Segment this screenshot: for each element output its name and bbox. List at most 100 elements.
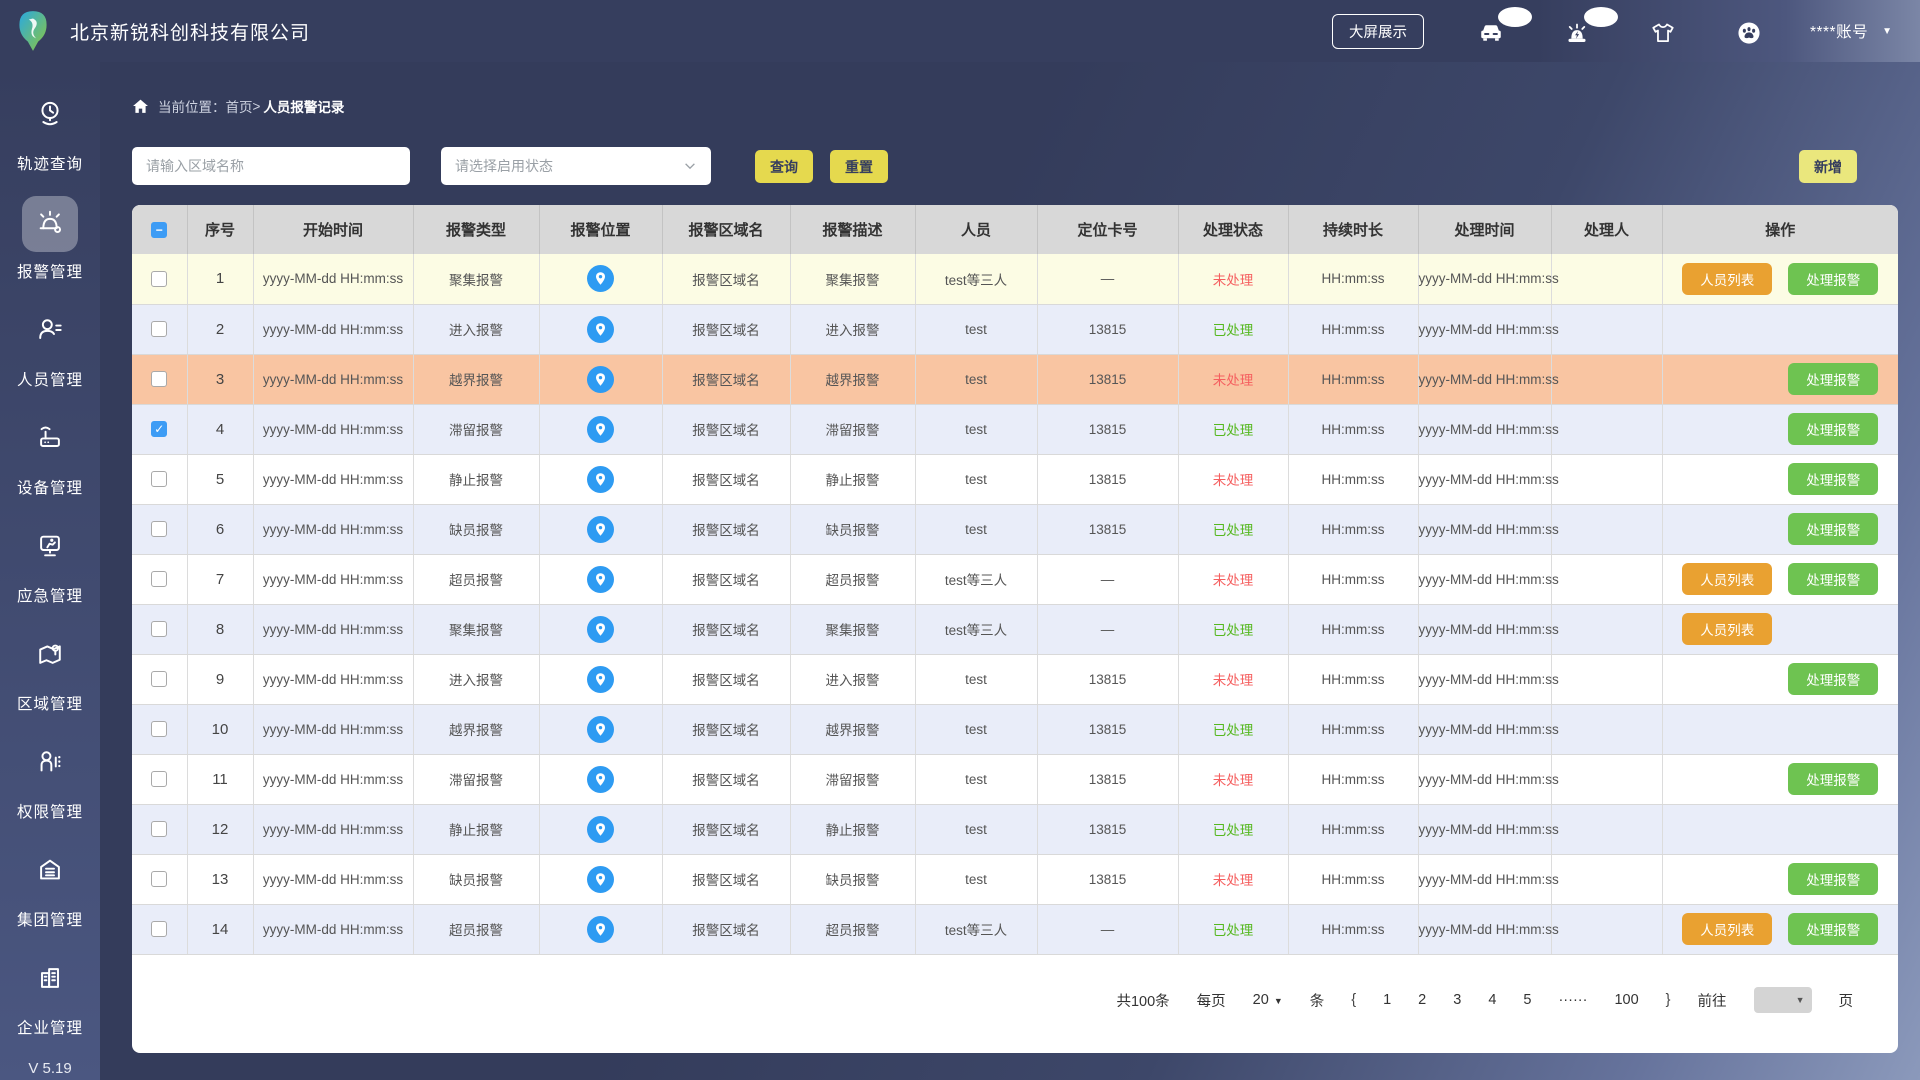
- person: test: [965, 521, 987, 537]
- big-screen-button[interactable]: 大屏展示: [1331, 13, 1424, 49]
- row-checkbox[interactable]: [151, 921, 168, 937]
- handle-alarm-button[interactable]: 处理报警: [1788, 863, 1879, 895]
- start-time: yyyy-MM-dd HH:mm:ss: [262, 621, 404, 637]
- area-icon: [34, 638, 66, 675]
- sidebar-item-人员管理[interactable]: 人员管理: [0, 304, 100, 390]
- alarm-description: 越界报警: [825, 373, 880, 388]
- row-checkbox[interactable]: [151, 671, 168, 687]
- row-checkbox[interactable]: ✓: [151, 421, 168, 437]
- alarm-location-icon[interactable]: [587, 865, 614, 893]
- enable-status-select[interactable]: 请选择启用状态: [441, 147, 711, 185]
- duration: HH:mm:ss: [1321, 821, 1385, 837]
- row-checkbox[interactable]: [151, 821, 168, 837]
- paw-icon[interactable]: [1734, 16, 1768, 46]
- sidebar-item-label: 应急管理: [16, 588, 83, 605]
- person-list-button[interactable]: 人员列表: [1682, 563, 1773, 595]
- handle-alarm-button[interactable]: 处理报警: [1788, 413, 1879, 445]
- alarm-location-icon[interactable]: [587, 265, 614, 293]
- siren-icon: [34, 206, 66, 243]
- page-number[interactable]: 1: [1383, 992, 1391, 1008]
- row-checkbox[interactable]: [151, 571, 168, 587]
- sidebar-item-label: 轨迹查询: [16, 156, 83, 173]
- goto-page-select[interactable]: ▼: [1753, 987, 1812, 1013]
- sidebar-item-label: 企业管理: [16, 1020, 83, 1037]
- duration: HH:mm:ss: [1321, 721, 1385, 737]
- person: test等三人: [944, 573, 1008, 588]
- alarm-location-icon[interactable]: [587, 915, 614, 943]
- page-number[interactable]: 4: [1488, 992, 1496, 1008]
- handle-alarm-button[interactable]: 处理报警: [1788, 563, 1879, 595]
- row-checkbox[interactable]: [151, 270, 168, 287]
- handle-status: 已处理: [1212, 923, 1254, 938]
- alarm-area-name: 报警区域名: [692, 723, 760, 738]
- handle-alarm-button[interactable]: 处理报警: [1788, 262, 1879, 295]
- next-page-button[interactable]: }: [1666, 992, 1671, 1008]
- select-all-checkbox[interactable]: −: [151, 221, 168, 238]
- column-header: 报警类型: [413, 205, 540, 254]
- table-row: 12 yyyy-MM-dd HH:mm:ss 静止报警 报警区域名 静止报警 test 13…: [132, 804, 1898, 855]
- row-index: 14: [211, 920, 229, 938]
- row-checkbox[interactable]: [151, 321, 168, 337]
- page-number[interactable]: 3: [1453, 992, 1461, 1008]
- alarm-location-icon[interactable]: [587, 715, 614, 743]
- area-name-input[interactable]: [132, 147, 410, 185]
- handle-alarm-button[interactable]: 处理报警: [1788, 763, 1879, 795]
- handle-alarm-button[interactable]: 处理报警: [1788, 363, 1879, 395]
- person: test等三人: [944, 923, 1008, 938]
- sidebar-item-应急管理[interactable]: 应急管理: [0, 520, 100, 606]
- account-caret-icon[interactable]: ▼: [1882, 26, 1892, 37]
- row-checkbox[interactable]: [151, 771, 168, 787]
- alarm-location-icon[interactable]: [587, 465, 614, 493]
- sidebar-item-报警管理[interactable]: 报警管理: [0, 196, 100, 282]
- person-list-button[interactable]: 人员列表: [1682, 262, 1773, 295]
- sidebar-item-区域管理[interactable]: 区域管理: [0, 628, 100, 714]
- add-button[interactable]: 新增: [1799, 150, 1857, 183]
- vehicle-icon[interactable]: [1476, 7, 1532, 46]
- alarm-location-icon[interactable]: [587, 615, 614, 643]
- row-checkbox[interactable]: [151, 471, 168, 487]
- handle-alarm-button[interactable]: 处理报警: [1788, 463, 1879, 495]
- start-time: yyyy-MM-dd HH:mm:ss: [262, 321, 404, 337]
- alarm-location-icon[interactable]: [587, 665, 614, 693]
- sidebar-item-企业管理[interactable]: 企业管理: [0, 952, 100, 1038]
- alarm-location-icon[interactable]: [587, 565, 614, 593]
- sidebar-item-轨迹查询[interactable]: 轨迹查询: [0, 88, 100, 174]
- search-button[interactable]: 查询: [755, 150, 813, 183]
- prev-page-button[interactable]: {: [1351, 992, 1356, 1008]
- pagination-total: 共100条: [1116, 993, 1170, 1010]
- page-number[interactable]: 5: [1523, 992, 1531, 1008]
- page-number[interactable]: 2: [1418, 992, 1426, 1008]
- person-list-button[interactable]: 人员列表: [1682, 613, 1773, 645]
- alarm-location-icon[interactable]: [587, 765, 614, 793]
- table-row: 2 yyyy-MM-dd HH:mm:ss 进入报警 报警区域名 进入报警 test 138…: [132, 304, 1898, 355]
- sidebar-item-权限管理[interactable]: 权限管理: [0, 736, 100, 822]
- select-all-header-cell: −: [132, 205, 188, 254]
- page-ellipsis: ······: [1558, 992, 1588, 1008]
- alarm-location-icon[interactable]: [587, 365, 614, 393]
- handle-status: 未处理: [1212, 673, 1254, 688]
- row-checkbox[interactable]: [151, 871, 168, 887]
- account-label[interactable]: ****账号: [1810, 20, 1868, 42]
- row-checkbox[interactable]: [151, 721, 168, 737]
- alarm-light-icon[interactable]: [1562, 7, 1618, 46]
- tshirt-icon[interactable]: [1648, 16, 1682, 46]
- handle-alarm-button[interactable]: 处理报警: [1788, 663, 1879, 695]
- breadcrumb-home[interactable]: 首页: [226, 96, 253, 116]
- handle-alarm-button[interactable]: 处理报警: [1788, 513, 1879, 545]
- alarm-location-icon[interactable]: [587, 515, 614, 543]
- handle-alarm-button[interactable]: 处理报警: [1788, 913, 1879, 945]
- person-list-button[interactable]: 人员列表: [1682, 913, 1773, 945]
- start-time: yyyy-MM-dd HH:mm:ss: [262, 371, 404, 387]
- page-number[interactable]: 100: [1614, 992, 1638, 1008]
- alarm-location-icon[interactable]: [587, 315, 614, 343]
- sidebar-item-设备管理[interactable]: 设备管理: [0, 412, 100, 498]
- row-checkbox[interactable]: [151, 371, 168, 387]
- row-checkbox[interactable]: [151, 621, 168, 637]
- alarm-location-icon[interactable]: [587, 415, 614, 443]
- alarm-area-name: 报警区域名: [692, 623, 760, 638]
- reset-button[interactable]: 重置: [830, 150, 888, 183]
- page-size-select[interactable]: 20 ▼: [1253, 992, 1283, 1008]
- row-checkbox[interactable]: [151, 521, 168, 537]
- alarm-location-icon[interactable]: [587, 815, 614, 843]
- sidebar-item-集团管理[interactable]: 集团管理: [0, 844, 100, 930]
